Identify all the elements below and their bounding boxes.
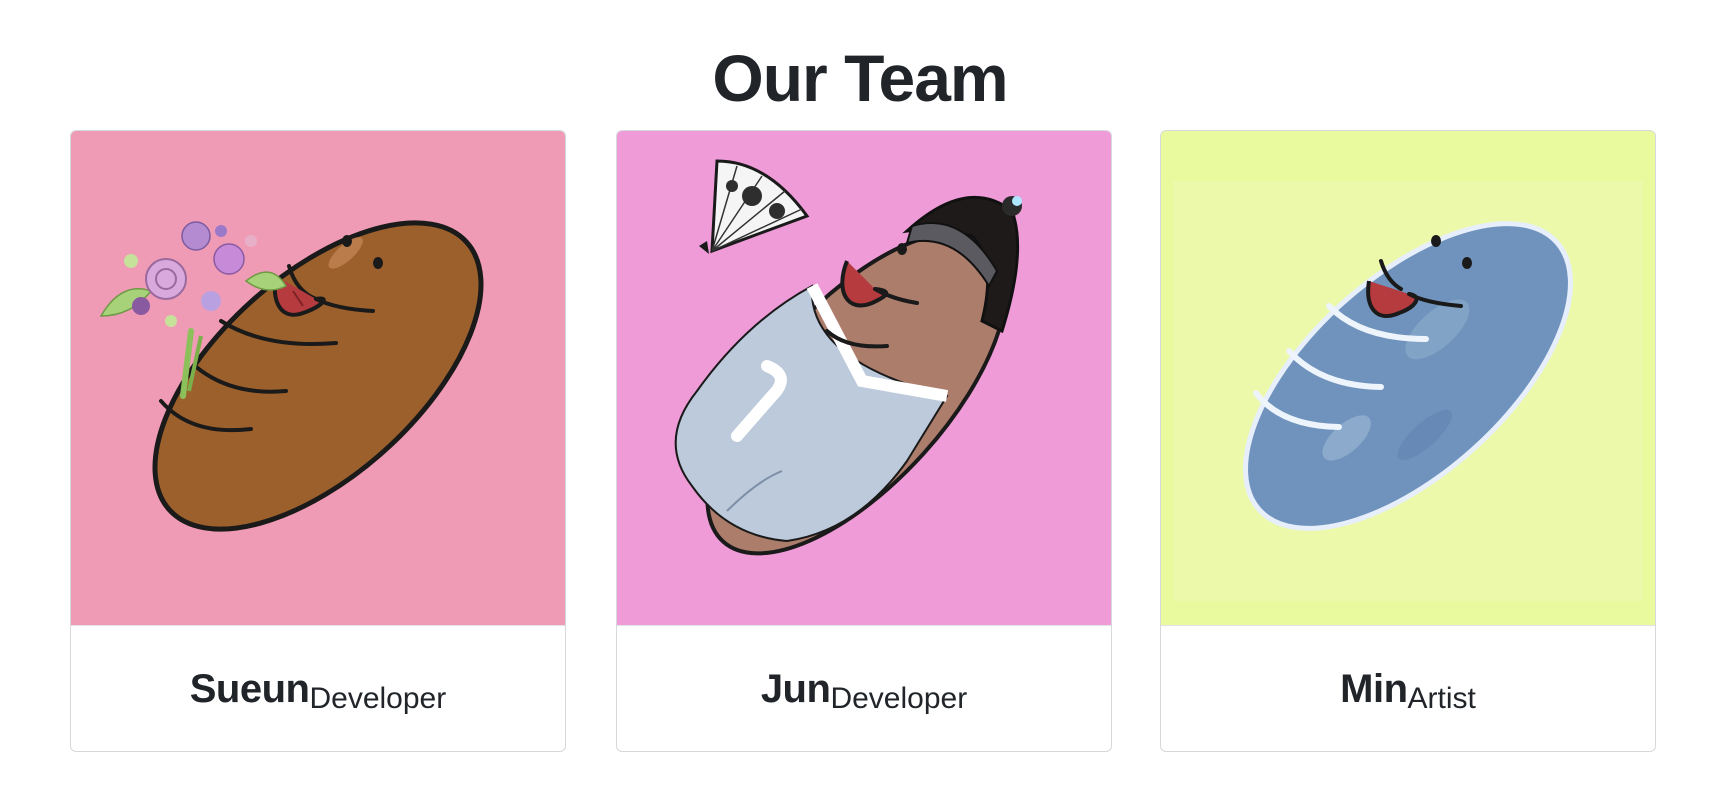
member-role: Artist	[1407, 682, 1476, 715]
team-card-jun[interactable]: JunDeveloper	[616, 130, 1112, 752]
bread-in-hanbok-icon	[617, 131, 1111, 626]
member-role: Developer	[830, 682, 968, 715]
card-caption: MinArtist	[1161, 626, 1655, 751]
team-card-sueun[interactable]: SueunDeveloper	[70, 130, 566, 752]
blue-bread-icon	[1161, 131, 1655, 626]
member-name: Jun	[760, 667, 831, 711]
card-caption: SueunDeveloper	[71, 626, 565, 751]
card-caption: JunDeveloper	[617, 626, 1111, 751]
team-card-min[interactable]: MinArtist	[1160, 130, 1656, 752]
bread-with-bouquet-icon	[71, 131, 565, 626]
member-name: Min	[1340, 667, 1408, 711]
page-title: Our Team	[712, 41, 1008, 115]
team-grid: SueunDeveloper JunDeveloper MinArtist	[70, 130, 1658, 754]
member-name: Sueun	[189, 667, 310, 711]
member-role: Developer	[309, 682, 447, 715]
